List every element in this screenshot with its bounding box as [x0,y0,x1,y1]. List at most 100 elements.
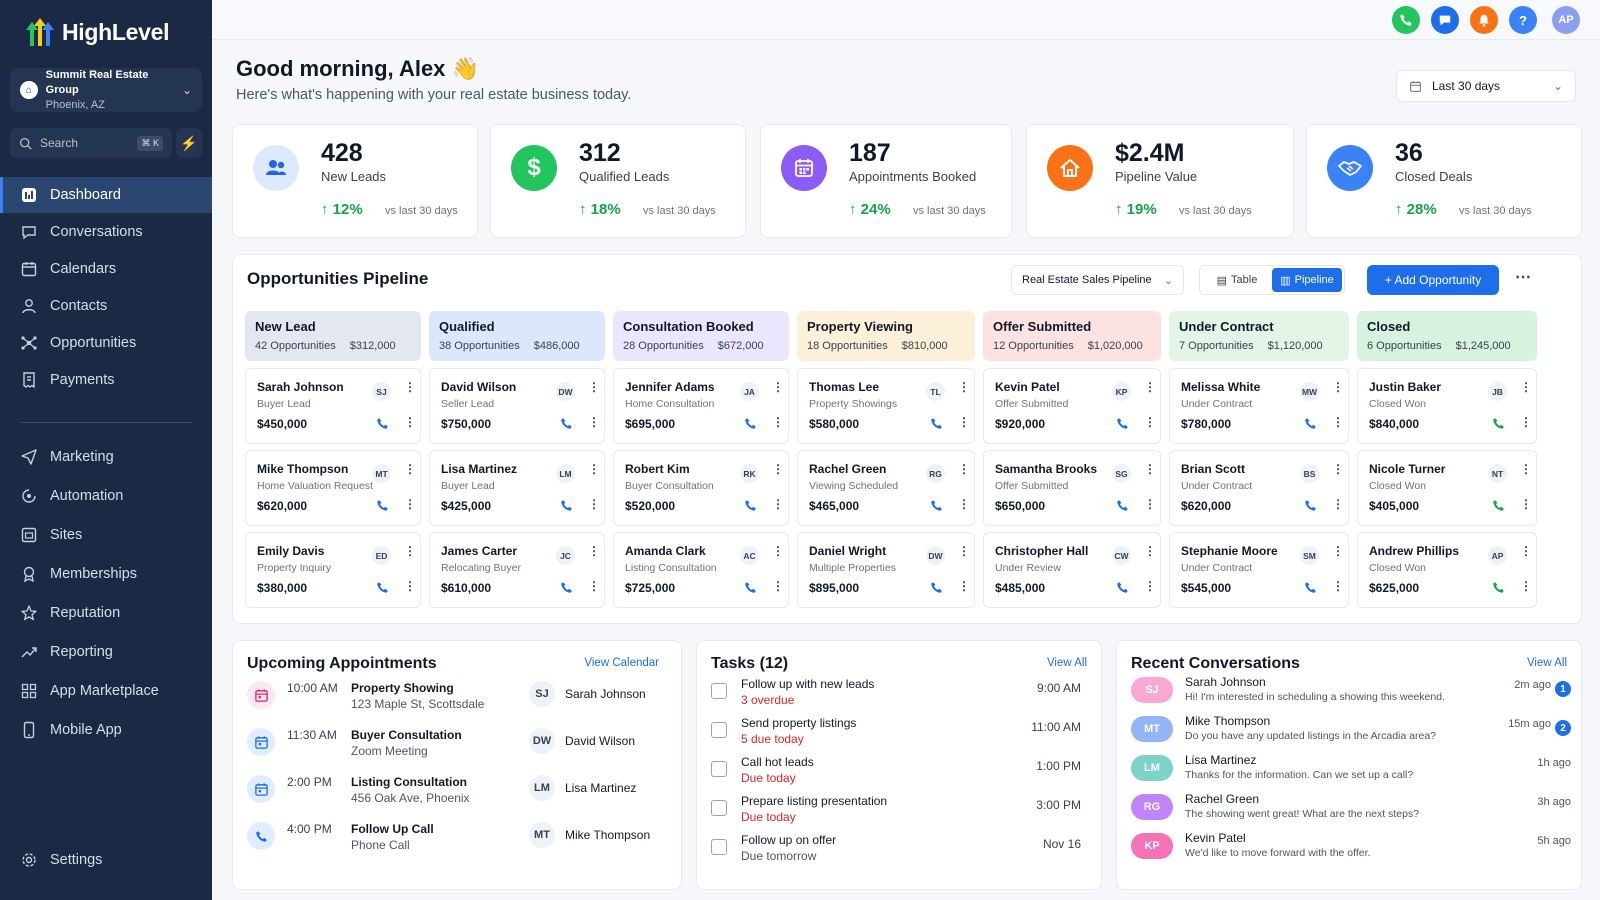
appointment-row[interactable]: 2:00 PM Listing Consultation 456 Oak Ave, … [247,769,651,809]
table-view-button[interactable]: ▤ Table [1202,268,1272,292]
more-options-icon[interactable]: ⋮ [404,380,416,394]
pipeline-view-button[interactable]: ▥ Pipeline [1272,268,1342,292]
phone-icon[interactable] [930,499,944,513]
pipeline-select[interactable]: Real Estate Sales Pipeline ⌄ [1011,265,1184,295]
pipeline-column-header[interactable]: Property Viewing 18 Opportunities $810,000 [797,311,975,361]
stat-card-appointments[interactable]: 187 Appointments Booked ↑ 24% vs last 30… [760,124,1012,238]
more-options-icon[interactable]: ⋮ [958,380,970,394]
more-options-icon[interactable]: ⋮ [404,497,416,511]
task-checkbox[interactable] [711,683,727,699]
view-all-tasks-link[interactable]: View All [1047,657,1087,669]
more-options-icon[interactable]: ⋮ [958,579,970,593]
opportunity-card[interactable]: David Wilson Seller Lead $750,000 DW ⋮ ⋮ [429,368,605,444]
task-row[interactable]: Follow up on offer Due tomorrow Nov 16 [711,831,1081,869]
nav-app-marketplace[interactable]: App Marketplace [0,673,212,709]
nav-reputation[interactable]: Reputation [0,595,212,631]
more-options-icon[interactable]: ⋮ [588,579,600,593]
more-options-icon[interactable]: ⋮ [1520,380,1532,394]
more-options-icon[interactable]: ⋮ [1332,462,1344,476]
account-switcher[interactable]: ⌂ Summit Real Estate Group Phoenix, AZ ⌄ [10,68,202,112]
logo[interactable]: HighLevel [24,16,170,48]
nav-marketing[interactable]: Marketing [0,439,212,475]
phone-icon[interactable] [744,499,758,513]
view-all-conversations-link[interactable]: View All [1527,657,1567,669]
more-options-icon[interactable]: ⋮ [1144,415,1156,429]
task-row[interactable]: Call hot leads Due today 1:00 PM [711,753,1081,791]
opportunity-card[interactable]: Lisa Martinez Buyer Lead $425,000 LM ⋮ ⋮ [429,450,605,526]
more-options-icon[interactable]: ⋮ [588,380,600,394]
phone-icon[interactable] [744,581,758,595]
pipeline-column-header[interactable]: New Lead 42 Opportunities $312,000 [245,311,421,361]
opportunity-card[interactable]: Justin Baker Closed Won $840,000 JB ⋮ ⋮ [1357,368,1537,444]
more-options-icon[interactable]: ⋮ [772,497,784,511]
more-options-icon[interactable]: ⋮ [772,579,784,593]
phone-icon[interactable] [1116,499,1130,513]
opportunity-card[interactable]: Christopher Hall Under Review $485,000 CW ⋮ ⋮ [983,532,1161,608]
nav-automation[interactable]: Automation [0,478,212,514]
conversation-row[interactable]: SJ Sarah Johnson Hi! I'm interested in sch… [1131,673,1571,711]
task-checkbox[interactable] [711,839,727,855]
nav-dashboard[interactable]: Dashboard [0,177,212,213]
more-options-icon[interactable]: ⋮ [1332,544,1344,558]
more-options-icon[interactable]: ⋮ [772,380,784,394]
opportunity-card[interactable]: Mike Thompson Home Valuation Request $620,… [245,450,421,526]
phone-icon[interactable] [1392,6,1420,34]
task-checkbox[interactable] [711,761,727,777]
more-options-icon[interactable]: ⋮ [1332,579,1344,593]
more-options-icon[interactable]: ⋮ [1332,497,1344,511]
more-options-icon[interactable]: ⋮ [404,415,416,429]
phone-icon[interactable] [1304,499,1318,513]
appointment-row[interactable]: 10:00 AM Property Showing 123 Maple St, Sc… [247,675,651,715]
appointment-row[interactable]: 4:00 PM Follow Up Call Phone Call MT Mike Th… [247,816,651,856]
nav-payments[interactable]: Payments [0,362,212,398]
phone-icon[interactable] [1492,581,1506,595]
phone-icon[interactable] [1304,581,1318,595]
phone-icon[interactable] [376,499,390,513]
more-options-icon[interactable]: ⋮ [1144,497,1156,511]
nav-reporting[interactable]: Reporting [0,634,212,670]
phone-icon[interactable] [376,417,390,431]
more-options-icon[interactable]: ⋮ [588,415,600,429]
appointment-row[interactable]: 11:30 AM Buyer Consultation Zoom Meeting DW… [247,722,651,762]
opportunity-card[interactable]: Sarah Johnson Buyer Lead $450,000 SJ ⋮ ⋮ [245,368,421,444]
more-options-icon[interactable]: ⋮ [1332,415,1344,429]
phone-icon[interactable] [1492,417,1506,431]
phone-icon[interactable] [560,581,574,595]
more-options-icon[interactable]: ⋮ [1520,544,1532,558]
pipeline-column-header[interactable]: Under Contract 7 Opportunities $1,120,000 [1169,311,1349,361]
opportunity-card[interactable]: Stephanie Moore Under Contract $545,000 SM ⋮… [1169,532,1349,608]
more-options-icon[interactable]: ⋮ [1332,380,1344,394]
view-calendar-link[interactable]: View Calendar [584,657,659,669]
more-options-icon[interactable]: ⋮ [1520,497,1532,511]
phone-icon[interactable] [376,581,390,595]
more-options-icon[interactable]: ⋮ [958,415,970,429]
more-options-icon[interactable]: ⋮ [1520,579,1532,593]
more-options-icon[interactable]: ⋮ [958,544,970,558]
more-options-icon[interactable]: ⋮ [772,544,784,558]
phone-icon[interactable] [560,499,574,513]
opportunity-card[interactable]: Daniel Wright Multiple Properties $895,000… [797,532,975,608]
more-options-icon[interactable]: ⋮ [772,462,784,476]
opportunity-card[interactable]: Jennifer Adams Home Consultation $695,000 J… [613,368,789,444]
more-options-icon[interactable]: ⋮ [588,497,600,511]
task-checkbox[interactable] [711,722,727,738]
task-row[interactable]: Send property listings 5 due today 11:00 A… [711,714,1081,752]
nav-mobile-app[interactable]: Mobile App [0,712,212,748]
more-options-icon[interactable]: ⋮ [404,544,416,558]
phone-icon[interactable] [1116,417,1130,431]
task-checkbox[interactable] [711,800,727,816]
conversation-row[interactable]: LM Lisa Martinez Thanks for the informatio… [1131,751,1571,789]
more-options-icon[interactable]: ⋮ [1520,415,1532,429]
date-range-select[interactable]: Last 30 days ⌄ [1396,70,1576,102]
more-options-icon[interactable]: ⋮ [404,579,416,593]
phone-icon[interactable] [1304,417,1318,431]
pipeline-column-header[interactable]: Qualified 38 Opportunities $486,000 [429,311,605,361]
help-icon[interactable]: ? [1509,6,1537,34]
more-options-icon[interactable]: ⋮ [588,544,600,558]
pipeline-column-header[interactable]: Consultation Booked 28 Opportunities $672,… [613,311,789,361]
opportunity-card[interactable]: Nicole Turner Closed Won $405,000 NT ⋮ ⋮ [1357,450,1537,526]
quick-action-bolt-icon[interactable]: ⚡ [176,128,202,158]
bell-icon[interactable] [1470,6,1498,34]
more-options-icon[interactable]: ⋮ [404,462,416,476]
opportunity-card[interactable]: Thomas Lee Property Showings $580,000 TL ⋮ ⋮ [797,368,975,444]
